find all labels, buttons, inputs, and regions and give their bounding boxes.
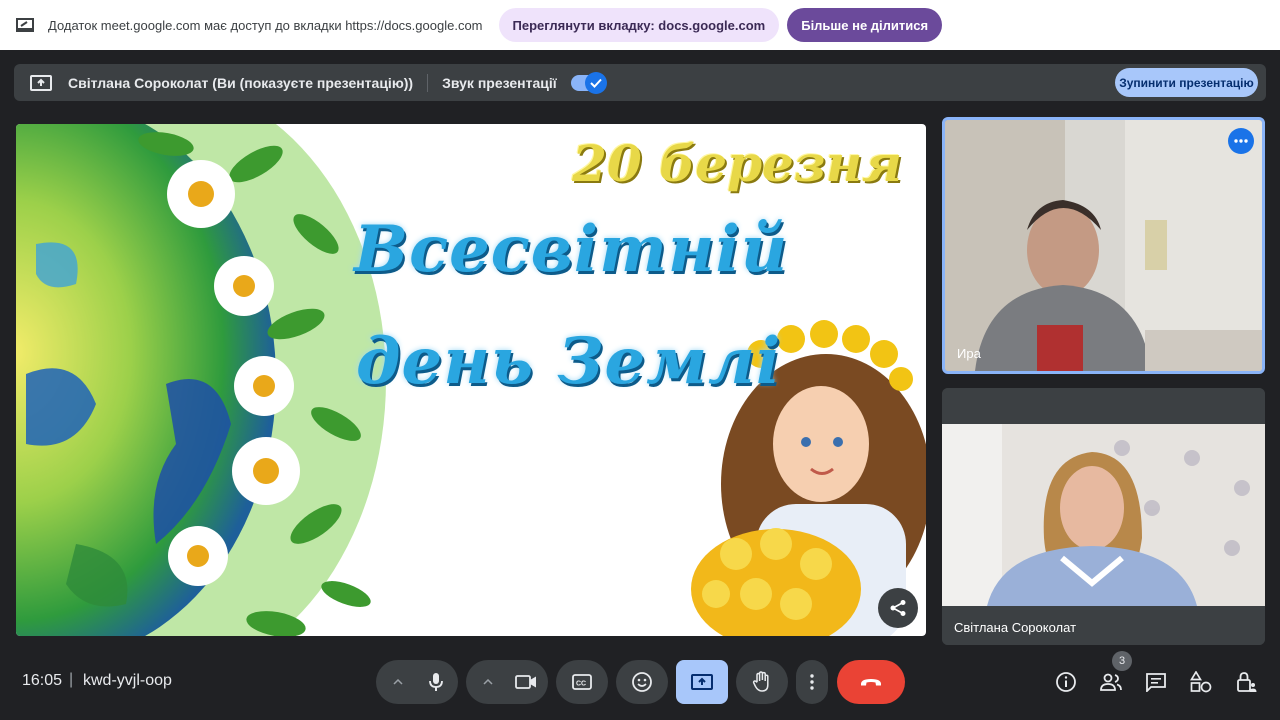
more-horiz-icon xyxy=(1234,139,1248,143)
people-button[interactable] xyxy=(1099,670,1123,694)
microphone-button[interactable] xyxy=(417,660,455,704)
presentation-audio-label: Звук презентації xyxy=(442,74,557,91)
presentation-audio-toggle[interactable] xyxy=(570,71,607,94)
call-end-icon xyxy=(861,679,881,686)
slide-title-line1: Всесвітній xyxy=(354,212,789,287)
view-tab-button[interactable]: Переглянути вкладку: docs.google.com xyxy=(498,8,780,42)
closed-captions-icon: CC xyxy=(572,674,592,690)
microphone-icon xyxy=(429,673,443,691)
participant-video xyxy=(945,120,1262,371)
presentation-slide: 20 березня Всесвітній день Землі xyxy=(16,124,926,636)
hand-icon xyxy=(752,671,769,692)
raise-hand-button[interactable] xyxy=(736,660,788,704)
emoji-icon xyxy=(632,672,652,692)
meeting-code: kwd-yvjl-oop xyxy=(83,672,172,689)
separator: | xyxy=(69,671,74,688)
present-now-button[interactable] xyxy=(676,660,728,704)
chat-icon xyxy=(1146,673,1166,692)
screen-share-icon xyxy=(16,18,34,32)
participant-video xyxy=(942,388,1265,645)
participant-count-badge: 3 xyxy=(1112,651,1132,671)
camera-button[interactable] xyxy=(507,660,545,704)
participant-name: Ира xyxy=(957,346,981,361)
tab-sharing-notification: Додаток meet.google.com має доступ до вк… xyxy=(0,0,1280,50)
meeting-time: 16:05 xyxy=(22,672,63,689)
camera-icon xyxy=(515,675,536,689)
chat-button[interactable] xyxy=(1144,670,1168,694)
more-options-button[interactable] xyxy=(1228,128,1254,154)
share-button[interactable] xyxy=(878,588,918,628)
stop-sharing-button[interactable]: Більше не ділитися xyxy=(787,8,943,42)
shapes-icon xyxy=(1190,671,1212,693)
presenting-bar: Світлана Сороколат (Ви (показуєте презен… xyxy=(14,64,1266,101)
microphone-control-group xyxy=(376,660,458,704)
participant-name: Світлана Сороколат xyxy=(954,620,1077,635)
stop-presenting-button[interactable]: Зупинити презентацію xyxy=(1115,68,1258,97)
presenter-label: Світлана Сороколат (Ви (показуєте презен… xyxy=(68,74,414,91)
camera-control-group xyxy=(466,660,548,704)
chevron-up-icon xyxy=(483,679,493,685)
participant-tile-ira[interactable]: Ира xyxy=(942,117,1265,374)
notification-text: Додаток meet.google.com має доступ до вк… xyxy=(48,17,483,33)
info-icon xyxy=(1056,672,1076,692)
video-settings-chevron[interactable] xyxy=(469,660,507,704)
slide-title-line2: день Землі xyxy=(356,324,782,399)
host-controls-button[interactable] xyxy=(1234,670,1258,694)
share-icon xyxy=(890,600,906,616)
more-vert-icon xyxy=(810,674,814,690)
people-icon xyxy=(1100,673,1122,691)
more-options-button[interactable] xyxy=(796,660,828,704)
captions-button[interactable]: CC xyxy=(556,660,608,704)
lock-person-icon xyxy=(1237,672,1257,692)
slide-date: 20 березня xyxy=(572,134,902,193)
reactions-button[interactable] xyxy=(616,660,668,704)
audio-settings-chevron[interactable] xyxy=(379,660,417,704)
chevron-up-icon xyxy=(393,679,403,685)
present-to-all-icon xyxy=(691,674,713,690)
divider xyxy=(427,73,429,92)
present-screen-icon xyxy=(30,74,52,91)
leave-call-button[interactable] xyxy=(837,660,905,704)
activities-button[interactable] xyxy=(1189,670,1213,694)
participant-tile-svitlana[interactable]: Світлана Сороколат xyxy=(942,388,1265,645)
check-icon xyxy=(584,71,607,94)
meeting-details-button[interactable] xyxy=(1054,670,1078,694)
svg-text:CC: CC xyxy=(576,681,586,688)
